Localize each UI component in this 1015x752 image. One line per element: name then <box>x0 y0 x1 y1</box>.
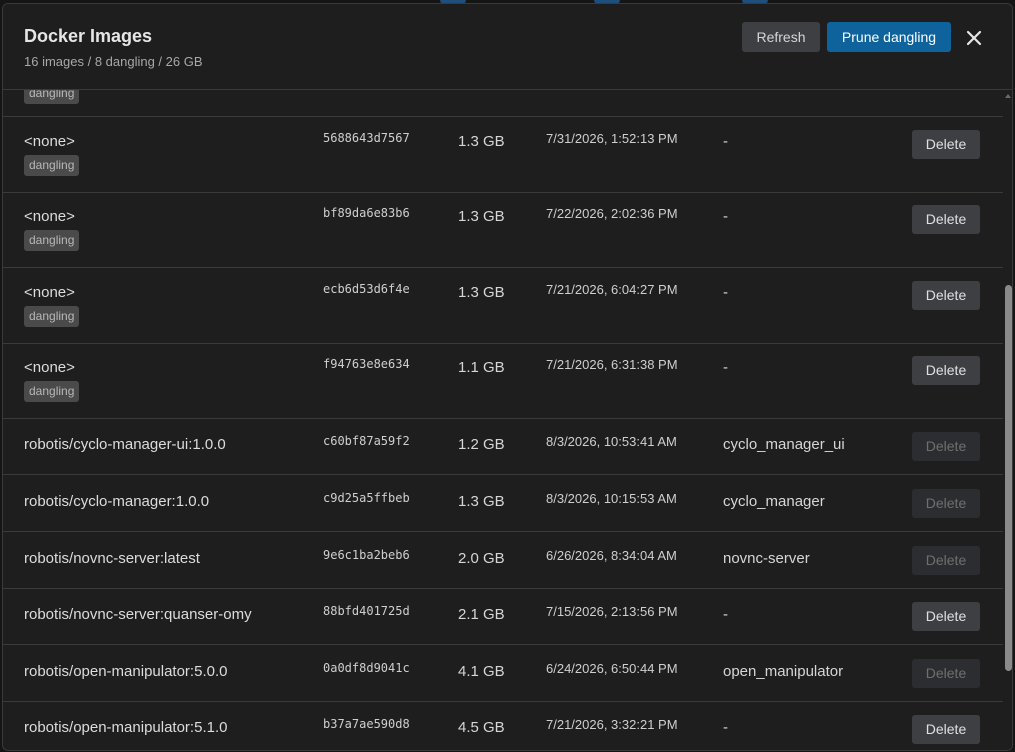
container-name: cyclo_manager_ui <box>723 436 845 453</box>
image-name: robotis/novnc-server:latest <box>24 550 200 567</box>
image-size: 1.3 GB <box>458 133 505 150</box>
image-name: robotis/cyclo-manager:1.0.0 <box>24 493 210 510</box>
table-row: <none> dangling ecb6d53d6f4e 1.3 GB 7/21/202… <box>3 268 1003 344</box>
image-id: 0a0df8d9041c <box>323 661 410 675</box>
dialog-title: Docker Images <box>24 26 153 46</box>
image-created: 6/26/2026, 8:34:04 AM <box>546 548 677 563</box>
table-row: robotis/cyclo-manager:1.0.0 c9d25a5ffbeb 1… <box>3 475 1003 532</box>
dialog-header: Docker Images 16 images / 8 dangling / 2… <box>3 4 1012 90</box>
table-row: robotis/novnc-server:quanser-omy 88bfd401… <box>3 588 1003 645</box>
image-id: 9e6c1ba2beb6 <box>323 548 410 562</box>
image-created: 7/15/2026, 2:13:56 PM <box>546 604 678 619</box>
container-name: cyclo_manager <box>723 493 825 510</box>
image-size: 1.1 GB <box>458 359 505 376</box>
scrollbar[interactable] <box>1003 90 1012 750</box>
scrollbar-thumb[interactable] <box>1005 285 1012 671</box>
image-size: 4.5 GB <box>458 719 505 736</box>
image-name: robotis/open-manipulator:5.1.0 <box>24 719 228 736</box>
image-size: 4.1 GB <box>458 663 505 680</box>
delete-button[interactable]: Delete <box>912 602 980 631</box>
image-created: 8/3/2026, 10:53:41 AM <box>546 434 677 449</box>
image-id: 5688643d7567 <box>323 131 410 145</box>
delete-button[interactable]: Delete <box>912 715 980 744</box>
dangling-badge: dangling <box>24 155 80 176</box>
image-name: <none> <box>24 133 75 150</box>
image-summary: 16 images / 8 dangling / 26 GB <box>24 54 203 69</box>
delete-button: Delete <box>912 659 980 688</box>
delete-button[interactable]: Delete <box>912 356 980 385</box>
container-name: - <box>723 284 728 301</box>
image-name: robotis/cyclo-manager-ui:1.0.0 <box>24 436 226 453</box>
container-name: - <box>723 719 728 736</box>
image-created: 7/21/2026, 6:04:27 PM <box>546 282 678 297</box>
image-created: 7/21/2026, 3:32:21 PM <box>546 717 678 732</box>
delete-button[interactable]: Delete <box>912 281 980 310</box>
container-name: - <box>723 133 728 150</box>
image-id: f94763e8e634 <box>323 357 410 371</box>
container-name: - <box>723 359 728 376</box>
image-size: 1.3 GB <box>458 208 505 225</box>
table-row: <none> dangling f94763e8e634 1.1 GB 7/21/202… <box>3 343 1003 419</box>
image-id: bf89da6e83b6 <box>323 206 410 220</box>
table-row: robotis/open-manipulator:5.1.0 b37a7ae590… <box>3 701 1003 750</box>
table-row: <none> dangling 5688643d7567 1.3 GB 7/31/202… <box>3 117 1003 193</box>
container-name: - <box>723 606 728 623</box>
image-id: b37a7ae590d8 <box>323 717 410 731</box>
prune-dangling-button[interactable]: Prune dangling <box>827 22 951 52</box>
image-name: robotis/open-manipulator:5.0.0 <box>24 663 228 680</box>
table-row: robotis/cyclo-manager-ui:1.0.0 c60bf87a59… <box>3 418 1003 475</box>
image-id: 88bfd401725d <box>323 604 410 618</box>
image-name: <none> <box>24 359 75 376</box>
table-row: <none> dangling bf89da6e83b6 1.3 GB 7/22/202… <box>3 192 1003 268</box>
dangling-badge: dangling <box>24 381 80 402</box>
dangling-badge: dangling <box>24 90 80 104</box>
container-name: open_manipulator <box>723 663 844 680</box>
container-name: - <box>723 208 728 225</box>
container-name: novnc-server <box>723 550 810 567</box>
table-row: robotis/open-manipulator:5.0.0 0a0df8d904… <box>3 645 1003 702</box>
delete-button: Delete <box>912 489 980 518</box>
image-size: 1.2 GB <box>458 436 505 453</box>
docker-images-dialog: Docker Images 16 images / 8 dangling / 2… <box>2 3 1013 751</box>
image-id: ecb6d53d6f4e <box>323 282 410 296</box>
image-created: 7/31/2026, 1:52:13 PM <box>546 131 678 146</box>
dangling-badge: dangling <box>24 230 80 251</box>
image-list[interactable]: dangling <none> dangling 5688643d7567 1.3 G… <box>3 90 1003 750</box>
image-size: 2.1 GB <box>458 606 505 623</box>
table-row: robotis/novnc-server:latest 9e6c1ba2beb6 2… <box>3 532 1003 589</box>
image-id: c60bf87a59f2 <box>323 434 410 448</box>
image-created: 6/24/2026, 6:50:44 PM <box>546 661 678 676</box>
image-created: 8/3/2026, 10:15:53 AM <box>546 491 677 506</box>
delete-button: Delete <box>912 546 980 575</box>
image-size: 1.3 GB <box>458 493 505 510</box>
scroll-up-arrow-icon[interactable] <box>1005 94 1011 98</box>
dangling-badge: dangling <box>24 306 80 327</box>
image-size: 1.3 GB <box>458 284 505 301</box>
image-created: 7/21/2026, 6:31:38 PM <box>546 357 678 372</box>
image-name: robotis/novnc-server:quanser-omy <box>24 606 252 623</box>
image-name: <none> <box>24 208 75 225</box>
close-icon[interactable] <box>963 27 985 49</box>
delete-button[interactable]: Delete <box>912 205 980 234</box>
image-created: 7/22/2026, 2:02:36 PM <box>546 206 678 221</box>
delete-button[interactable]: Delete <box>912 130 980 159</box>
image-id: c9d25a5ffbeb <box>323 491 410 505</box>
delete-button: Delete <box>912 432 980 461</box>
refresh-button[interactable]: Refresh <box>742 22 820 52</box>
table-row: dangling <box>3 90 1003 117</box>
image-name: <none> <box>24 284 75 301</box>
image-size: 2.0 GB <box>458 550 505 567</box>
